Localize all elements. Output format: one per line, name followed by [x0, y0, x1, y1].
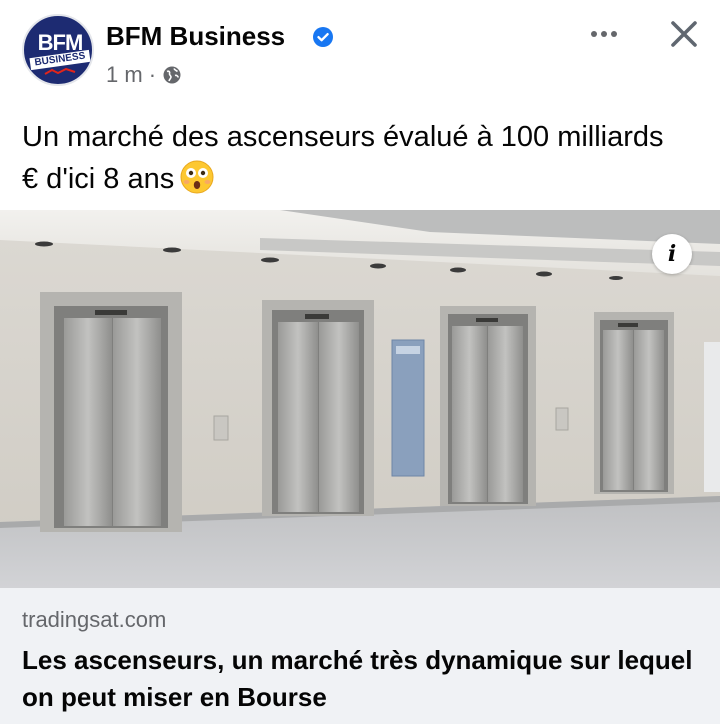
- more-options-icon[interactable]: [586, 22, 622, 46]
- post-meta: 1 m ·: [106, 62, 182, 88]
- post-message-text: Un marché des ascenseurs évalué à 100 mi…: [22, 121, 664, 195]
- info-icon: i: [667, 241, 677, 267]
- page-name-link[interactable]: BFM Business: [106, 20, 285, 52]
- image-info-button[interactable]: i: [652, 234, 692, 274]
- page-avatar[interactable]: BFM BUSINESS: [22, 14, 94, 86]
- post-photo[interactable]: [0, 210, 720, 588]
- close-icon[interactable]: [664, 14, 704, 54]
- verified-badge-icon: [313, 27, 333, 47]
- post-message: Un marché des ascenseurs évalué à 100 mi…: [22, 116, 682, 200]
- globe-icon[interactable]: [162, 65, 182, 85]
- link-domain: tradingsat.com: [22, 607, 167, 632]
- link-preview-card[interactable]: tradingsat.com Les ascenseurs, un marché…: [0, 588, 720, 724]
- post-header: BFM BUSINESS BFM Business 1 m ·: [0, 0, 720, 110]
- astonished-face-emoji: [180, 160, 214, 194]
- logo-wave-icon: [44, 68, 76, 75]
- link-title[interactable]: Les ascenseurs, un marché très dynamique…: [22, 642, 702, 716]
- post-timestamp[interactable]: 1 m: [106, 62, 143, 88]
- meta-separator: ·: [148, 62, 157, 87]
